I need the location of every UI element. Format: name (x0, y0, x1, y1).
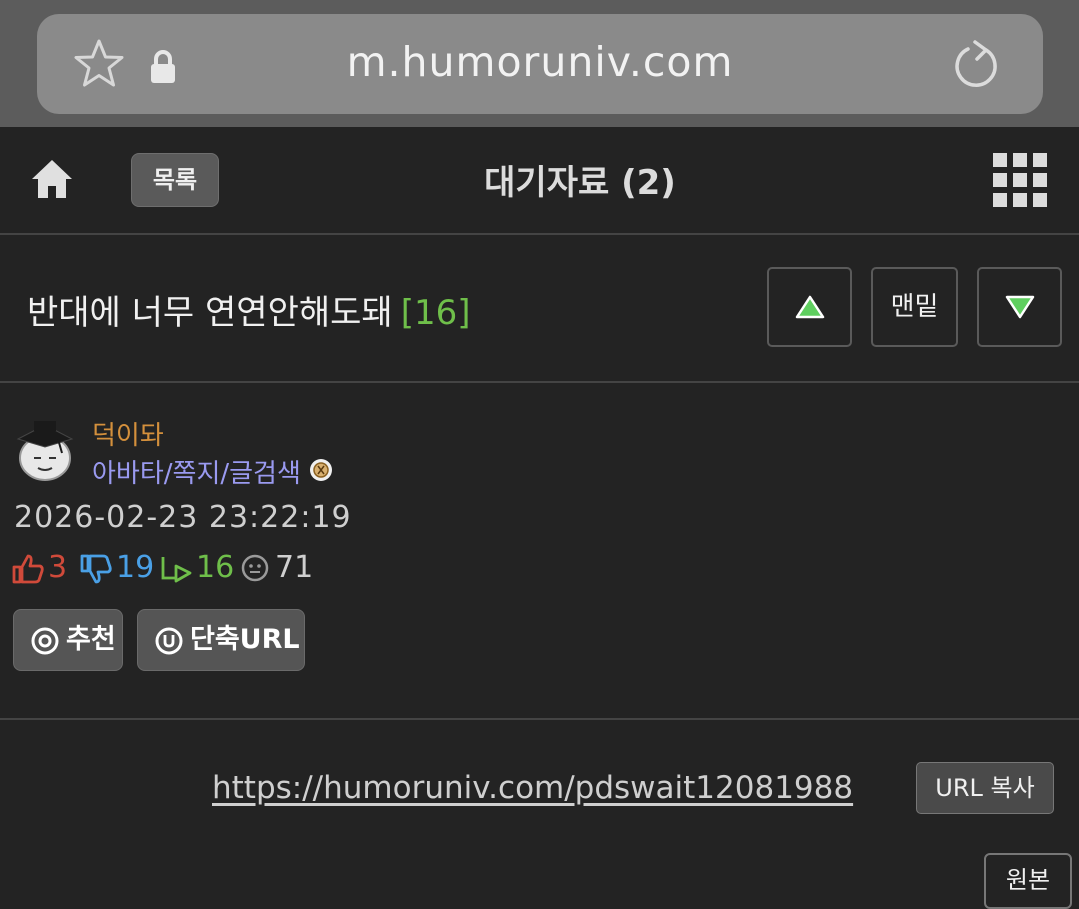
copy-url-button[interactable]: URL 복사 (916, 762, 1054, 814)
grid-menu-icon[interactable] (993, 153, 1047, 207)
badge-icon (309, 458, 333, 482)
u-circle-icon (155, 627, 183, 655)
likes-count: 3 (48, 550, 68, 585)
post-date: 2026-02-23 23:22:19 (14, 500, 352, 535)
board-title: 대기자료 (2) (484, 163, 676, 203)
short-url-link[interactable]: https://humoruniv.com/pdswait12081988 (212, 770, 853, 806)
reply-arrow-icon (161, 557, 192, 583)
scroll-up-button[interactable] (767, 267, 852, 347)
post-title: 반대에 너무 연연안해도돼 [16] (27, 285, 471, 334)
share-row: https://humoruniv.com/pdswait12081988 UR… (0, 720, 1079, 909)
triangle-up-icon (795, 295, 824, 319)
home-icon[interactable] (30, 158, 74, 200)
recommend-label: 추천 (66, 624, 116, 655)
scroll-down-button[interactable] (977, 267, 1062, 347)
post-meta: 덕이돠 아바타/쪽지/글검색 2026-02-23 23:22:19 3 19 … (0, 383, 1079, 720)
short-url-label: 단축URL (190, 624, 300, 655)
post-header: 반대에 너무 연연안해도돼 [16] 맨밑 (0, 235, 1079, 383)
url-text[interactable]: m.humoruniv.com (37, 38, 1043, 86)
author-name[interactable]: 덕이돠 (92, 415, 164, 452)
author-links[interactable]: 아바타/쪽지/글검색 (92, 453, 301, 490)
go-bottom-button[interactable]: 맨밑 (871, 267, 958, 347)
address-bar[interactable]: m.humoruniv.com (37, 14, 1043, 114)
site-navbar: 목록 대기자료 (2) (0, 127, 1079, 235)
list-button[interactable]: 목록 (131, 153, 219, 207)
comment-count[interactable]: [16] (401, 293, 471, 333)
comments-count: 16 (196, 550, 235, 585)
recommend-button[interactable]: 추천 (13, 609, 123, 671)
reload-icon[interactable] (953, 38, 1003, 92)
thumbs-up-icon (12, 554, 44, 584)
short-url-button[interactable]: 단축URL (137, 609, 305, 671)
avatar[interactable] (14, 417, 76, 483)
triangle-down-icon (1005, 295, 1034, 319)
post-title-text: 반대에 너무 연연안해도돼 (27, 293, 393, 333)
browser-toolbar: m.humoruniv.com (0, 0, 1079, 127)
target-icon (31, 627, 59, 655)
original-button[interactable]: 원본 (984, 853, 1072, 909)
dislikes-count: 19 (116, 550, 155, 585)
face-icon (241, 554, 269, 582)
thumbs-down-icon (80, 554, 112, 584)
views-count: 71 (275, 550, 314, 585)
